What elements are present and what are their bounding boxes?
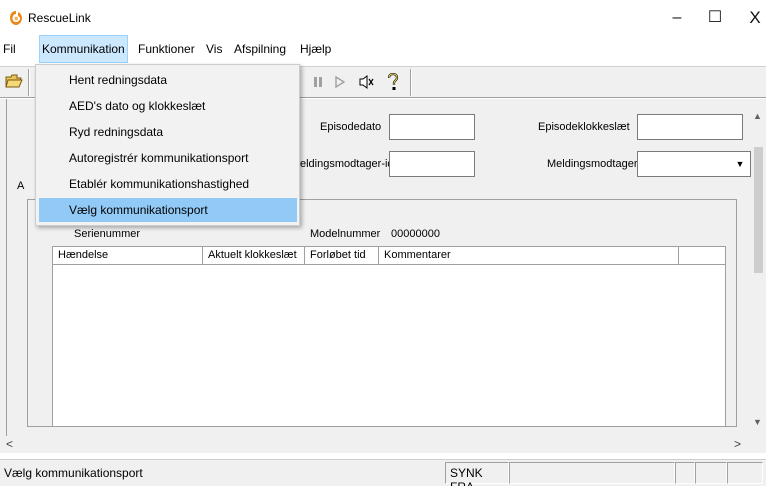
menu-vis[interactable]: Vis xyxy=(204,36,224,62)
maximize-button[interactable]: ☐ xyxy=(695,4,735,32)
status-pane-sync: SYNK FRA xyxy=(445,462,509,486)
menu-hjaelp[interactable]: Hjælp xyxy=(298,36,333,62)
column-header-kommentarer[interactable]: Kommentarer xyxy=(379,247,679,264)
meldingsmodtager-id-label: eldingsmodtager-id xyxy=(300,158,394,170)
title-bar: RescueLink – ☐ X xyxy=(0,0,766,36)
minimize-button[interactable]: – xyxy=(657,4,697,32)
vertical-scroll-thumb[interactable] xyxy=(754,147,763,273)
toolbar-divider xyxy=(28,69,30,96)
scroll-right-icon[interactable]: > xyxy=(734,437,741,451)
client-border xyxy=(6,99,8,436)
chevron-down-icon[interactable]: ▼ xyxy=(731,153,749,175)
column-header-haendelse[interactable]: Hændelse xyxy=(53,247,203,264)
status-pane-4 xyxy=(695,462,727,484)
menu-funktioner[interactable]: Funktioner xyxy=(136,36,197,62)
menu-item-ryd-redningsdata[interactable]: Ryd redningsdata xyxy=(39,120,297,144)
modelnummer-label: Modelnummer xyxy=(310,228,381,240)
window-title: RescueLink xyxy=(28,11,91,25)
play-icon[interactable] xyxy=(328,70,352,94)
tab-label-partial[interactable]: A xyxy=(17,180,24,192)
status-sync-label: SYNK FRA xyxy=(450,466,483,486)
rescuelink-logo-icon xyxy=(10,11,22,25)
scrollbar-corner xyxy=(751,436,766,453)
help-icon[interactable] xyxy=(381,70,405,94)
modelnummer-value: 00000000 xyxy=(391,228,440,240)
status-bar: Vælg kommunikationsport SYNK FRA xyxy=(0,459,766,486)
menu-item-aed-dato-klokkeslaet[interactable]: AED's dato og klokkeslæt xyxy=(39,94,297,118)
vertical-scrollbar[interactable]: ▲ ▼ xyxy=(751,99,766,436)
toolbar-divider-2 xyxy=(410,69,412,96)
menu-item-hent-redningsdata[interactable]: Hent redningsdata xyxy=(39,68,297,92)
event-table-body[interactable] xyxy=(52,265,726,427)
scroll-up-icon[interactable]: ▲ xyxy=(753,111,762,121)
serienummer-label: Serienummer xyxy=(74,228,141,240)
menu-afspilning[interactable]: Afspilning xyxy=(232,36,288,62)
scroll-down-icon[interactable]: ▼ xyxy=(753,417,762,427)
menu-bar: Fil Kommunikation Funktioner Vis Afspiln… xyxy=(0,35,766,63)
menu-item-etabler-kommunikationshastighed[interactable]: Etablér kommunikationshastighed xyxy=(39,172,297,196)
horizontal-scrollbar[interactable]: < > xyxy=(0,436,751,453)
meldingsmodtager-label: Meldingsmodtager xyxy=(547,158,638,170)
episodedato-label: Episodedato xyxy=(320,121,382,133)
speaker-icon[interactable] xyxy=(355,70,379,94)
episodeklokkeslaet-label: Episodeklokkeslæt xyxy=(538,121,630,133)
scroll-left-icon[interactable]: < xyxy=(6,437,13,451)
menu-fil[interactable]: Fil xyxy=(1,36,18,62)
menu-item-autoregistrer-kommunikationsport[interactable]: Autoregistrér kommunikationsport xyxy=(39,146,297,170)
menu-item-vaelg-kommunikationsport[interactable]: Vælg kommunikationsport xyxy=(39,198,297,222)
open-folder-icon[interactable] xyxy=(2,70,26,94)
episodedato-field[interactable] xyxy=(389,114,475,140)
menu-kommunikation[interactable]: Kommunikation xyxy=(39,35,128,63)
column-header-forloebet-tid[interactable]: Forløbet tid xyxy=(305,247,379,264)
pause-icon[interactable] xyxy=(306,70,330,94)
status-text: Vælg kommunikationsport xyxy=(4,466,143,480)
status-pane-3 xyxy=(675,462,695,484)
column-header-aktuelt-klokkeslaet[interactable]: Aktuelt klokkeslæt xyxy=(203,247,305,264)
status-pane-5 xyxy=(727,462,763,484)
status-pane-2 xyxy=(509,462,675,484)
meldingsmodtager-id-field[interactable] xyxy=(389,151,475,177)
close-button[interactable]: X xyxy=(735,4,766,32)
kommunikation-dropdown-menu: Hent redningsdata AED's dato og klokkesl… xyxy=(35,64,300,226)
event-table-header: Hændelse Aktuelt klokkeslæt Forløbet tid… xyxy=(52,246,726,265)
meldingsmodtager-combo[interactable]: ▼ xyxy=(637,151,751,177)
episodeklokkeslaet-field[interactable] xyxy=(637,114,743,140)
